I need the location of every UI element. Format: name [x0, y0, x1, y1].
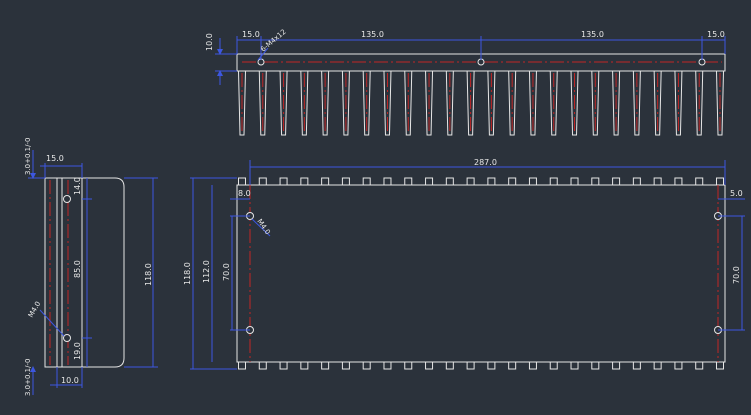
fin-slot	[653, 177, 662, 186]
top-dim-height: 10.0	[205, 33, 214, 51]
side-hole-label: M4.0	[27, 300, 43, 319]
fin-slot	[528, 177, 537, 186]
fin-slot	[591, 177, 600, 186]
side-dim-bottom-tol: 3.0+0.1/-0	[24, 359, 32, 396]
bottom-view: 287.0 8.0 5.0 118.0 112.0 70.0 70.0 M4.0	[183, 158, 745, 370]
fin-slot	[528, 361, 537, 370]
fin-slot	[321, 361, 330, 370]
fin-slot	[341, 177, 350, 186]
fin-slot	[362, 361, 371, 370]
fin-slot	[674, 177, 683, 186]
fin-slot	[674, 361, 683, 370]
fin-slot	[404, 177, 413, 186]
fin-slot	[508, 361, 517, 370]
top-hole-label: 6-M4x12	[259, 28, 288, 54]
plate-dim-overall-height: 118.0	[183, 262, 192, 285]
top-dim-right: 15.0	[707, 30, 725, 39]
fin-slot	[716, 177, 724, 186]
side-dim-width: 15.0	[46, 154, 64, 163]
fin-slot	[383, 361, 392, 370]
fin-slot	[632, 361, 641, 370]
slots	[238, 177, 724, 370]
top-dim-span2: 135.0	[581, 30, 604, 39]
fin-slot	[341, 361, 350, 370]
plate-hole-label: M4.0	[255, 218, 271, 237]
fin-slot	[383, 177, 392, 186]
fin-slot	[425, 177, 434, 186]
plate-dim-hole-right: 70.0	[732, 266, 741, 284]
fin-slot	[716, 361, 724, 370]
fin-slot	[445, 177, 454, 186]
cad-drawing: 10.0 15.0 135.0 135.0 15.0 6-M4x12 3.0+0…	[24, 28, 745, 396]
fin-slot	[508, 177, 517, 186]
fin-slot	[445, 361, 454, 370]
fin-slot	[425, 361, 434, 370]
fin-slot	[238, 177, 246, 186]
fin-slot	[321, 177, 330, 186]
plate-dim-right-inset: 5.0	[730, 189, 743, 198]
plate-dim-length: 287.0	[474, 158, 497, 167]
fin-slot	[279, 361, 288, 370]
fin-slot	[258, 177, 267, 186]
top-dim-span1: 135.0	[361, 30, 384, 39]
fin-slot	[653, 361, 662, 370]
fin-slot	[466, 361, 475, 370]
fin-slot	[279, 177, 288, 186]
fin-slot	[632, 177, 641, 186]
side-dim-overall: 118.0	[144, 263, 153, 286]
fin-slot	[404, 361, 413, 370]
side-hole-top	[63, 195, 71, 203]
side-dim-middle: 85.0	[73, 260, 82, 278]
side-view: 3.0+0.1/-0 15.0 14.0 85.0 19.0 118.0 10.…	[24, 138, 158, 396]
plate-dim-inner-height: 112.0	[202, 260, 211, 283]
fin-slot	[487, 361, 496, 370]
plate-outline	[236, 184, 726, 363]
fin-slot	[612, 361, 621, 370]
fins	[238, 70, 724, 136]
plate-dim-hole-left: 70.0	[222, 263, 231, 281]
fin-slot	[487, 177, 496, 186]
plate-dim-left-inset: 8.0	[238, 189, 251, 198]
fin-slot	[570, 177, 579, 186]
fin-slot	[570, 361, 579, 370]
fin-slot	[549, 177, 558, 186]
fin-slot	[258, 361, 267, 370]
fin-slot	[591, 361, 600, 370]
fin-slot	[238, 361, 246, 370]
side-hole-bottom	[63, 334, 71, 342]
side-dim-top-tol: 3.0+0.1/-0	[24, 138, 32, 175]
fin-slot	[300, 361, 309, 370]
top-view: 10.0 15.0 135.0 135.0 15.0 6-M4x12	[205, 28, 726, 136]
side-dim-upper: 14.0	[73, 177, 82, 195]
side-dim-bottom: 10.0	[61, 376, 79, 385]
fin-slot	[300, 177, 309, 186]
fin-slot	[695, 361, 704, 370]
fin-slot	[695, 177, 704, 186]
fin-slot	[466, 177, 475, 186]
fin-slot	[549, 361, 558, 370]
top-dim-left: 15.0	[242, 30, 260, 39]
fin-slot	[612, 177, 621, 186]
side-dim-lower: 19.0	[73, 342, 82, 360]
fin-slot	[362, 177, 371, 186]
